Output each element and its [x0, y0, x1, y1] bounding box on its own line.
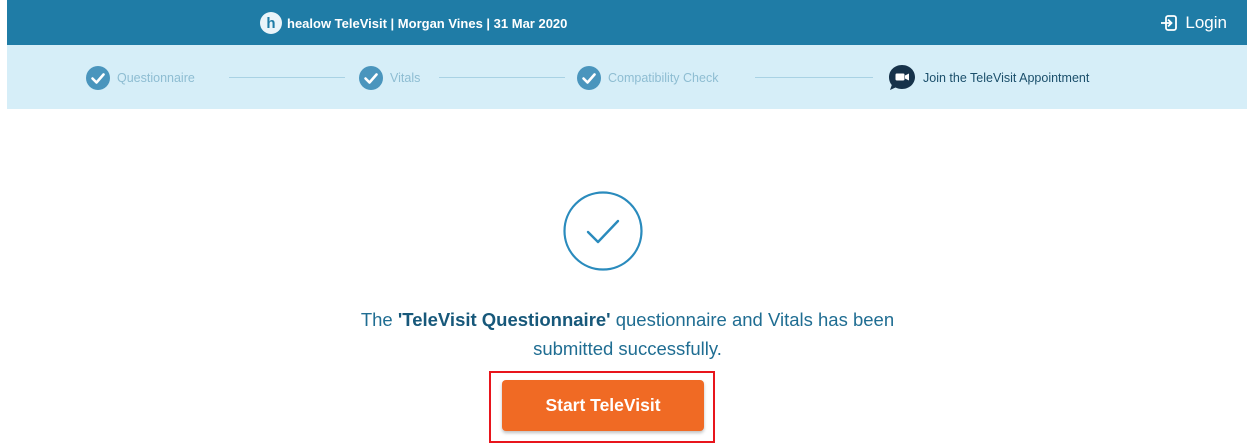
message-prefix: The [360, 309, 398, 330]
check-circle-icon [85, 65, 111, 91]
video-chat-icon [887, 63, 917, 93]
message-line-1: The 'TeleVisit Questionnaire' questionna… [0, 305, 1255, 334]
step-label: Join the TeleVisit Appointment [923, 71, 1090, 85]
step-vitals: Vitals [358, 65, 420, 91]
step-label: Vitals [390, 71, 421, 85]
progress-steps-bar: Questionnaire Vitals Compatibility Check… [7, 45, 1247, 109]
success-message: The 'TeleVisit Questionnaire' questionna… [0, 305, 1255, 363]
check-circle-icon [576, 65, 602, 91]
step-connector [229, 77, 345, 78]
questionnaire-name: 'TeleVisit Questionnaire' [397, 309, 611, 330]
healow-logo-icon: h [260, 12, 282, 34]
login-button[interactable]: Login [1160, 11, 1227, 35]
step-join-televisit: Join the TeleVisit Appointment [887, 65, 1089, 91]
message-line-2: submitted successfully. [533, 338, 722, 359]
check-circle-icon [358, 65, 384, 91]
step-connector [439, 77, 565, 78]
login-label: Login [1185, 13, 1227, 32]
step-connector [755, 77, 873, 78]
start-televisit-button[interactable]: Start TeleVisit [502, 380, 704, 431]
message-suffix: questionnaire and Vitals has been [610, 309, 895, 330]
login-icon [1161, 15, 1178, 31]
top-header-bar: h healow TeleVisit | Morgan Vines | 31 M… [7, 0, 1247, 45]
step-label: Compatibility Check [608, 71, 719, 85]
header-title: healow TeleVisit | Morgan Vines | 31 Mar… [287, 15, 568, 31]
step-compatibility-check: Compatibility Check [576, 65, 718, 91]
success-check-icon [563, 191, 643, 271]
brand: h healow TeleVisit | Morgan Vines | 31 M… [260, 11, 567, 35]
step-questionnaire: Questionnaire [85, 65, 195, 91]
step-label: Questionnaire [117, 71, 195, 85]
